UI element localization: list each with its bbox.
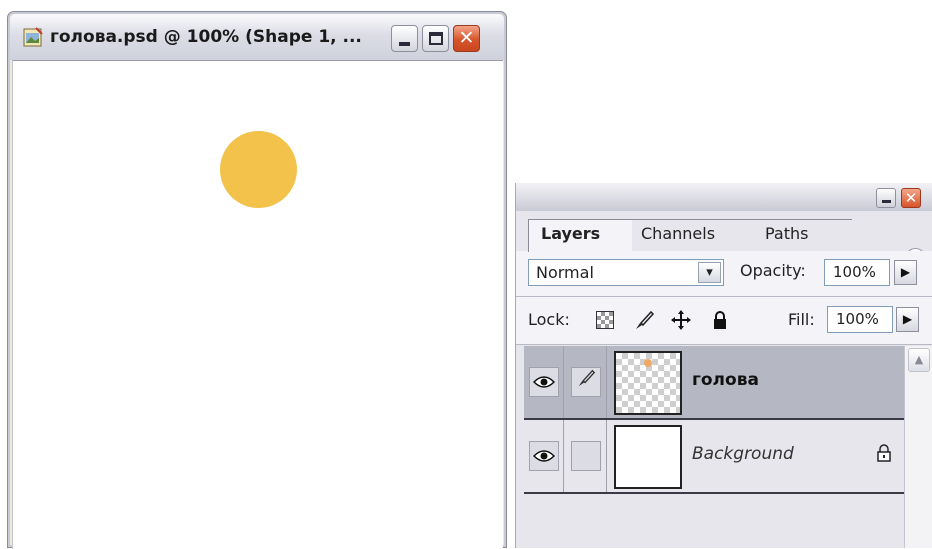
fill-field[interactable]: 100% — [827, 306, 893, 333]
layer-name[interactable]: голова — [692, 370, 759, 390]
lock-all-icon[interactable] — [709, 309, 731, 331]
blend-mode-select[interactable]: Normal ▾ — [528, 259, 724, 286]
blend-row: Normal ▾ Opacity: 100% ▶ — [516, 251, 932, 296]
divider — [516, 344, 932, 345]
thumbnail-shape — [644, 359, 652, 367]
layer-name[interactable]: Background — [692, 444, 794, 464]
paintbrush-icon — [570, 367, 601, 397]
layer-row-golova[interactable]: голова — [524, 346, 904, 420]
tab-layers[interactable]: Layers — [528, 219, 632, 252]
document-titlebar[interactable]: голова.psd @ 100% (Shape 1, ... ✕ — [10, 14, 504, 60]
lock-label: Lock: — [528, 310, 570, 329]
layers-scrollbar[interactable]: ▲ — [904, 346, 932, 548]
chevron-down-icon[interactable]: ▾ — [698, 262, 721, 283]
fill-slider-button[interactable]: ▶ — [896, 307, 919, 332]
tab-channels[interactable]: Channels — [628, 219, 756, 249]
tab-paths[interactable]: Paths — [752, 219, 852, 249]
maximize-button[interactable] — [422, 25, 449, 52]
scroll-up-button[interactable]: ▲ — [908, 348, 930, 372]
layer-row-background[interactable]: Background — [524, 420, 904, 494]
brush-cell[interactable] — [565, 420, 607, 492]
eye-icon[interactable] — [528, 441, 559, 471]
minimize-icon — [881, 200, 891, 203]
layers-list: голова Background — [524, 346, 904, 494]
document-canvas[interactable] — [12, 60, 503, 549]
layer-thumbnail[interactable] — [614, 351, 682, 415]
opacity-slider-button[interactable]: ▶ — [894, 260, 917, 285]
opacity-label: Opacity: — [740, 261, 806, 280]
document-window: голова.psd @ 100% (Shape 1, ... ✕ — [7, 11, 507, 549]
palette-minimize-button[interactable] — [876, 188, 896, 208]
fill-label: Fill: — [788, 310, 815, 329]
empty-link-box — [570, 441, 601, 471]
lock-move-icon[interactable] — [670, 309, 692, 331]
close-button[interactable]: ✕ — [453, 25, 480, 52]
minimize-button[interactable] — [391, 25, 418, 52]
eye-icon[interactable] — [528, 367, 559, 397]
close-icon: ✕ — [904, 189, 918, 207]
maximize-icon — [428, 32, 443, 45]
visibility-cell[interactable] — [524, 420, 564, 492]
palette-close-button[interactable]: ✕ — [901, 188, 921, 208]
lock-icon — [876, 444, 892, 466]
brush-cell[interactable] — [565, 346, 607, 418]
lock-brush-icon[interactable] — [633, 309, 655, 331]
lock-transparency-icon[interactable] — [596, 311, 614, 329]
blend-mode-value: Normal — [536, 263, 594, 282]
document-title: голова.psd @ 100% (Shape 1, ... — [50, 27, 362, 47]
visibility-cell[interactable] — [524, 346, 564, 418]
palette-titlebar[interactable]: ✕ — [516, 183, 932, 211]
opacity-field[interactable]: 100% — [824, 259, 890, 286]
lock-row: Lock: Fill: 100% ▶ — [516, 297, 932, 344]
yellow-circle-shape[interactable] — [220, 131, 297, 208]
palette-tabs: Paths Channels Layers ▶ — [516, 211, 932, 269]
close-icon: ✕ — [458, 27, 475, 49]
photoshop-document-icon — [22, 26, 44, 48]
layers-palette: ✕ Paths Channels Layers ▶ Normal ▾ Opaci… — [515, 183, 932, 548]
minimize-icon — [399, 41, 410, 46]
layer-thumbnail[interactable] — [614, 425, 682, 489]
